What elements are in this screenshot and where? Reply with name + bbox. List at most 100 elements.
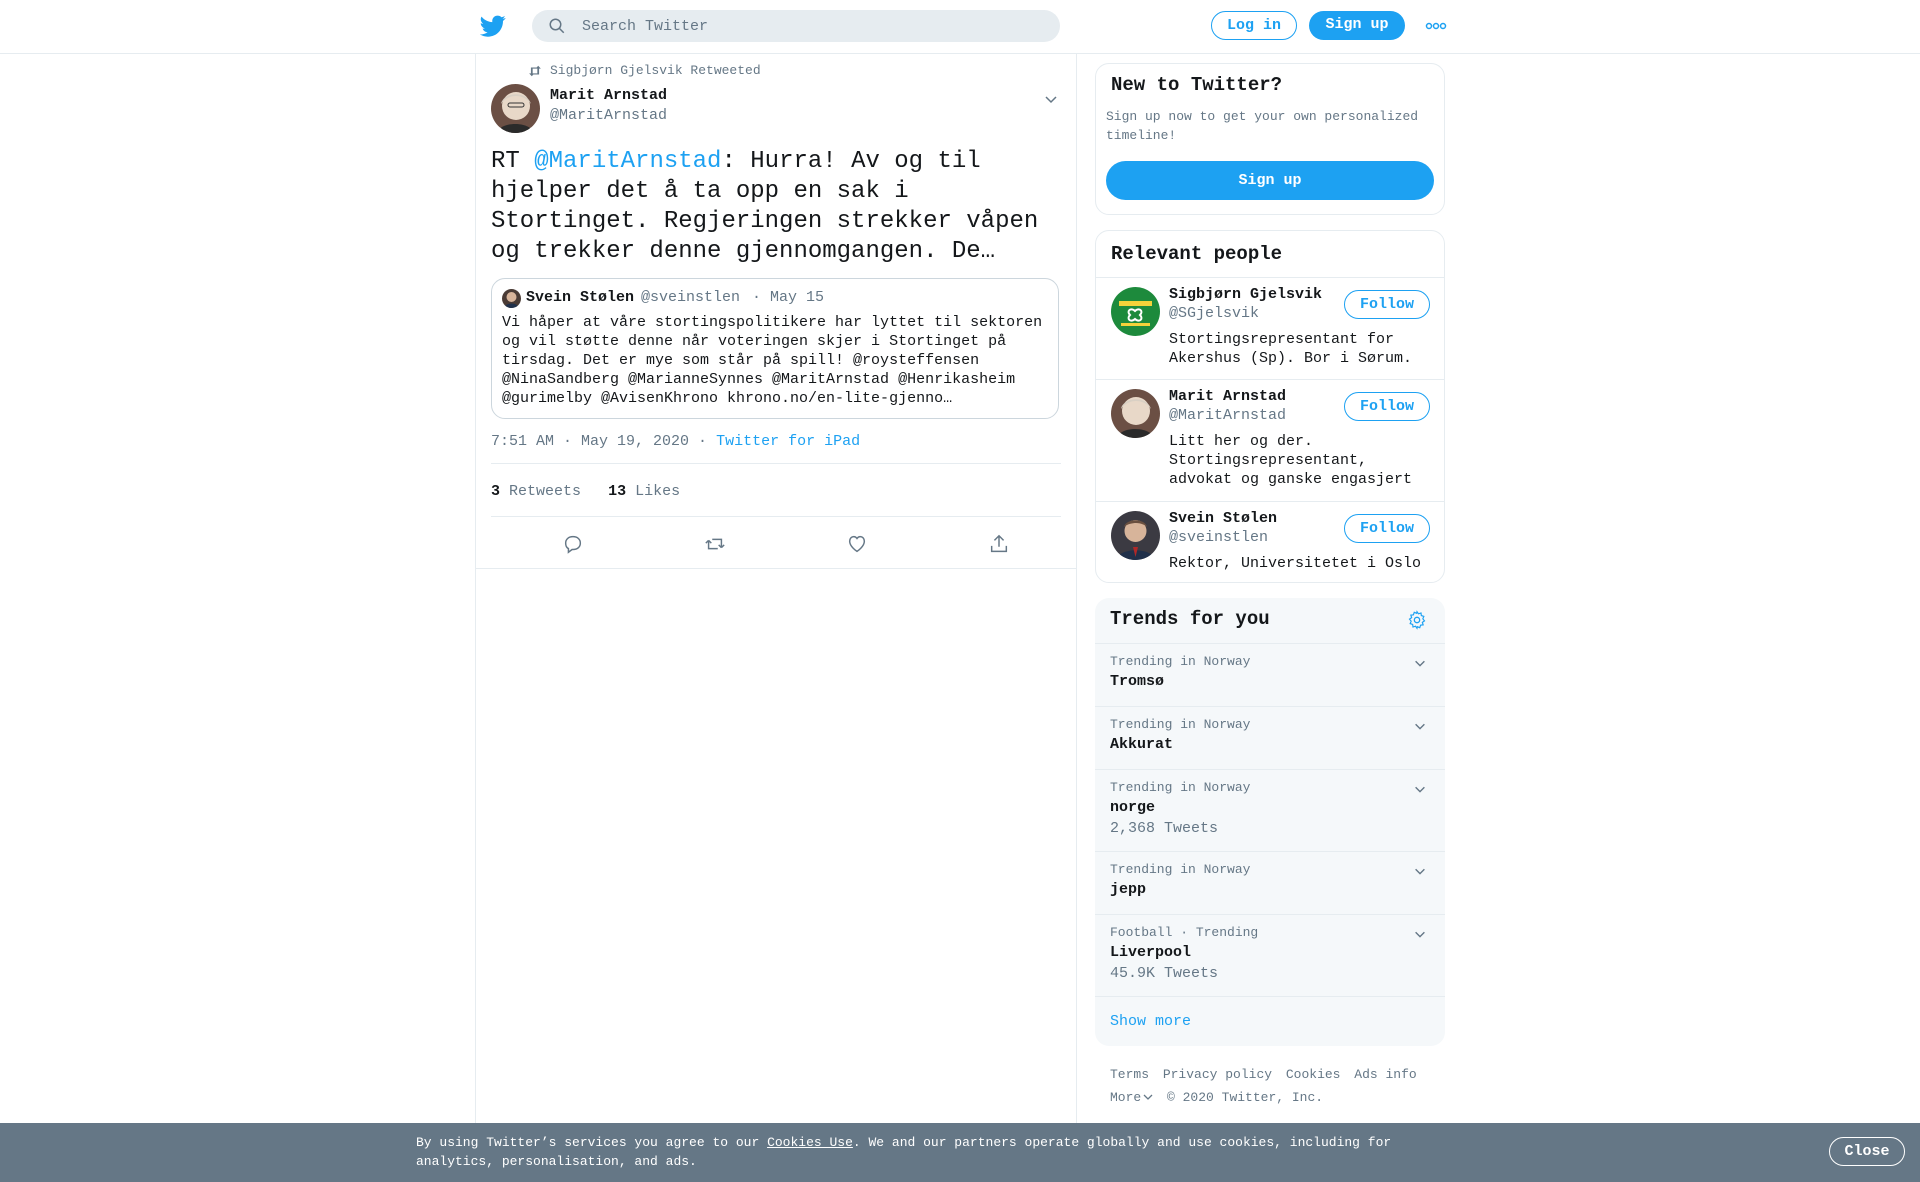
person-name[interactable]: Svein Stølen: [1169, 510, 1277, 527]
chevron-down-icon[interactable]: [1413, 864, 1427, 878]
search-box[interactable]: Search Twitter: [532, 10, 1060, 42]
trend-name[interactable]: jepp: [1110, 881, 1146, 898]
tweet-text-prefix: RT: [491, 148, 535, 175]
quoted-tweet[interactable]: Svein Stølen @sveinstlen · May 15 Vi håp…: [491, 278, 1059, 419]
retweet-icon[interactable]: [704, 533, 726, 555]
trend-tweet-count: 45.9K Tweets: [1110, 965, 1219, 982]
person-name[interactable]: Sigbjørn Gjelsvik: [1169, 286, 1322, 303]
footer-cookies-link[interactable]: Cookies: [1286, 1067, 1341, 1082]
person-handle[interactable]: @MaritArnstad: [1169, 407, 1286, 424]
login-button[interactable]: Log in: [1211, 11, 1297, 40]
sidebar-signup-button[interactable]: Sign up: [1106, 161, 1434, 200]
chevron-down-icon[interactable]: [1043, 91, 1059, 107]
trend-item[interactable]: Trending in Norway Akkurat: [1095, 706, 1445, 769]
footer-privacy-link[interactable]: Privacy policy: [1163, 1067, 1272, 1082]
person-name[interactable]: Marit Arnstad: [1169, 388, 1286, 405]
trend-item[interactable]: Trending in Norway jepp: [1095, 851, 1445, 914]
person-handle[interactable]: @SGjelsvik: [1169, 305, 1259, 322]
search-input[interactable]: Search Twitter: [582, 18, 708, 35]
retweets-label: Retweets: [509, 483, 582, 500]
more-options-icon[interactable]: [1425, 22, 1447, 30]
follow-button[interactable]: Follow: [1344, 392, 1430, 421]
trend-item[interactable]: Trending in Norway norge 2,368 Tweets: [1095, 769, 1445, 852]
divider: [491, 463, 1061, 464]
footer-copyright: © 2020 Twitter, Inc.: [1167, 1090, 1324, 1105]
show-more-row[interactable]: Show more: [1095, 996, 1445, 1046]
top-bar: Search Twitter Log in Sign up: [0, 0, 1920, 54]
divider: [476, 568, 1076, 569]
quote-author-handle: @sveinstlen: [641, 289, 741, 306]
person-svein-stolen[interactable]: Svein Stølen @sveinstlen Follow Rektor, …: [1096, 501, 1444, 582]
tweet-source-link[interactable]: Twitter for iPad: [716, 433, 860, 450]
trends-title: Trends for you: [1110, 608, 1270, 630]
show-more-link[interactable]: Show more: [1110, 1013, 1191, 1030]
gear-icon[interactable]: [1407, 610, 1427, 630]
author-handle[interactable]: @MaritArnstad: [550, 107, 667, 124]
cookie-notice-text: By using Twitter’s services you agree to…: [416, 1133, 1416, 1171]
cookie-text-before: By using Twitter’s services you agree to…: [416, 1135, 768, 1150]
trend-name[interactable]: Liverpool: [1110, 944, 1191, 961]
avatar[interactable]: [1111, 511, 1160, 560]
mention-link[interactable]: @MaritArnstad: [534, 148, 721, 175]
sidebar-footer: Terms Privacy policy Cookies Ads info Mo…: [1110, 1063, 1440, 1109]
retweeted-by-label[interactable]: Sigbjørn Gjelsvik Retweeted: [550, 63, 761, 78]
retweet-small-icon: [529, 65, 541, 77]
person-bio: Stortingsrepresentant for Akershus (Sp).…: [1169, 331, 1413, 367]
relevant-people-card: Relevant people Sigbjørn Gjelsvik @SGjel…: [1095, 230, 1445, 583]
twitter-bird-icon[interactable]: [480, 13, 506, 39]
footer-more-label: More: [1110, 1090, 1142, 1105]
tweet-text: RT @MaritArnstad: Hurra! Av og til hjelp…: [491, 147, 1066, 267]
person-marit-arnstad[interactable]: Marit Arnstad @MaritArnstad Follow Litt …: [1096, 379, 1444, 500]
person-handle[interactable]: @sveinstlen: [1169, 529, 1268, 546]
share-icon[interactable]: [988, 533, 1010, 555]
chevron-down-icon: [1143, 1094, 1153, 1100]
person-bio: Rektor, Universitetet i Oslo: [1169, 555, 1422, 572]
chevron-down-icon[interactable]: [1413, 719, 1427, 733]
likes-stat[interactable]: 13 Likes: [608, 483, 680, 500]
footer-more-link[interactable]: More: [1110, 1090, 1153, 1105]
footer-terms-link[interactable]: Terms: [1110, 1067, 1149, 1082]
author-name[interactable]: Marit Arnstad: [550, 87, 667, 104]
trend-item[interactable]: Football · Trending Liverpool 45.9K Twee…: [1095, 914, 1445, 997]
tweet-timestamp[interactable]: 7:51 AM · May 19, 2020 ·: [491, 433, 707, 450]
trend-context: Trending in Norway: [1110, 717, 1251, 732]
trend-name[interactable]: Akkurat: [1110, 736, 1173, 753]
avatar[interactable]: [1111, 389, 1160, 438]
retweets-stat[interactable]: 3 Retweets: [491, 483, 581, 500]
reply-icon[interactable]: [562, 533, 584, 555]
cookies-use-link[interactable]: Cookies Use: [767, 1135, 853, 1150]
likes-label: Likes: [635, 483, 681, 500]
avatar[interactable]: [491, 84, 540, 133]
chevron-down-icon[interactable]: [1413, 927, 1427, 941]
new-to-twitter-card: New to Twitter? Sign up now to get your …: [1095, 63, 1445, 215]
trend-context: Trending in Norway: [1110, 862, 1251, 877]
footer-ads-link[interactable]: Ads info: [1354, 1067, 1416, 1082]
relevant-people-title: Relevant people: [1111, 243, 1283, 265]
trends-card: Trends for you Trending in Norway Tromsø…: [1095, 598, 1445, 1046]
avatar[interactable]: [1111, 287, 1160, 336]
quote-author-name: Svein Stølen: [526, 289, 635, 306]
cookie-consent-bar: By using Twitter’s services you agree to…: [0, 1123, 1920, 1182]
like-heart-icon[interactable]: [846, 533, 868, 555]
search-icon: [549, 18, 565, 34]
likes-count: 13: [608, 483, 627, 500]
follow-button[interactable]: Follow: [1344, 514, 1430, 543]
person-bio: Litt her og der. Stortingsrepresentant, …: [1169, 433, 1413, 488]
tweet-meta: 7:51 AM · May 19, 2020 · Twitter for iPa…: [491, 433, 860, 450]
trend-item[interactable]: Trending in Norway Tromsø: [1095, 643, 1445, 706]
trend-context: Football · Trending: [1110, 925, 1259, 940]
divider: [491, 516, 1061, 517]
close-button[interactable]: Close: [1829, 1137, 1905, 1166]
signup-button[interactable]: Sign up: [1309, 11, 1405, 40]
main-column: Sigbjørn Gjelsvik Retweeted Marit Arnsta…: [475, 53, 1077, 1123]
new-to-twitter-title: New to Twitter?: [1111, 74, 1283, 96]
trend-name[interactable]: norge: [1110, 799, 1155, 816]
chevron-down-icon[interactable]: [1413, 782, 1427, 796]
person-sigbjorn-gjelsvik[interactable]: Sigbjørn Gjelsvik @SGjelsvik Follow Stor…: [1096, 277, 1444, 378]
trend-name[interactable]: Tromsø: [1110, 673, 1164, 690]
follow-button[interactable]: Follow: [1344, 290, 1430, 319]
trend-context: Trending in Norway: [1110, 780, 1251, 795]
new-to-twitter-description: Sign up now to get your own personalized…: [1106, 109, 1419, 143]
quote-avatar: [502, 289, 521, 308]
chevron-down-icon[interactable]: [1413, 656, 1427, 670]
